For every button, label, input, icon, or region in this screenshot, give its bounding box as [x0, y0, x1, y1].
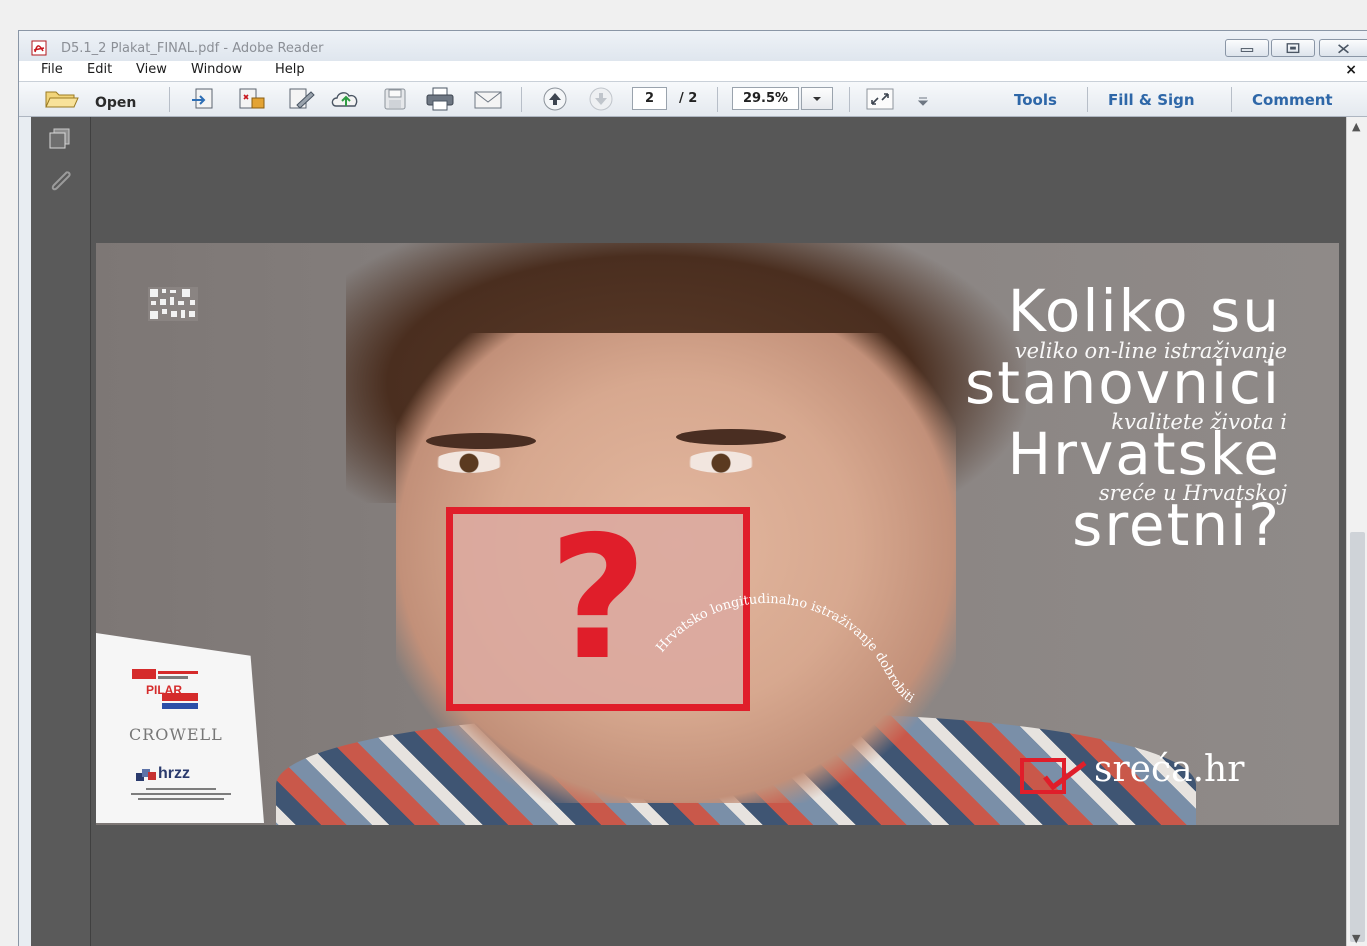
menu-edit[interactable]: Edit — [87, 62, 112, 77]
fit-page-button[interactable] — [863, 86, 897, 112]
curved-caption-text: Hrvatsko longitudinalno istraživanje dob… — [654, 592, 917, 706]
headline-line-1: Koliko su — [1007, 277, 1281, 345]
close-icon — [1338, 44, 1349, 54]
toolbar-separator — [169, 87, 170, 112]
restore-button[interactable] — [1271, 39, 1315, 57]
save-icon — [384, 88, 406, 110]
toolbar-separator — [717, 87, 718, 112]
headline-line-4: sretni? — [1072, 491, 1281, 559]
scroll-thumb[interactable] — [1350, 532, 1365, 942]
qr-code-icon — [148, 287, 198, 321]
export-pdf-button[interactable] — [235, 86, 267, 112]
menu-help[interactable]: Help — [275, 62, 305, 77]
cloud-upload-icon — [331, 92, 358, 107]
page-total: / 2 — [679, 91, 698, 106]
close-window-button[interactable] — [1319, 39, 1367, 57]
page-thumbnails-icon[interactable] — [45, 127, 75, 151]
dropdown-arrow-icon — [917, 97, 929, 106]
poster-eye-right — [686, 451, 756, 473]
fit-window-icon — [866, 88, 894, 110]
main-toolbar: Open 2 / 2 29.5% Tools Fill & Sign Comme… — [19, 81, 1367, 117]
folder-icon — [45, 91, 79, 108]
sreca-checkbox-logo-icon — [1020, 758, 1087, 794]
vertical-scrollbar[interactable]: ▲ ▼ — [1346, 117, 1367, 946]
title-bar: D5.1_2 Plakat_FINAL.pdf - Adobe Reader — [19, 31, 1367, 61]
upload-cloud-button[interactable] — [329, 86, 363, 112]
pdf-page: ? Hrvatsko longitudinalno istraživanje d… — [96, 243, 1339, 825]
pilar-logo-text: PILAR — [146, 683, 182, 697]
scroll-up-icon[interactable]: ▲ — [1352, 120, 1360, 133]
window-title: D5.1_2 Plakat_FINAL.pdf - Adobe Reader — [61, 41, 324, 56]
crowell-logo: CROWELL — [129, 725, 223, 744]
fill-sign-pane-button[interactable]: Fill & Sign — [1108, 91, 1195, 109]
poster-brow-left — [426, 433, 536, 449]
restore-icon — [1286, 43, 1300, 54]
edit-pdf-button[interactable] — [285, 86, 317, 112]
email-button[interactable] — [471, 86, 505, 112]
previous-page-button[interactable] — [539, 86, 571, 112]
menu-file[interactable]: File — [41, 62, 63, 77]
sreca-brand-text: sreća.hr — [1094, 749, 1245, 790]
headline-line-2: stanovnici — [965, 349, 1281, 417]
minimize-icon — [1240, 48, 1254, 52]
poster-eye-left — [434, 451, 504, 473]
toolbar-separator — [1231, 87, 1232, 112]
funding-note-lines — [131, 788, 231, 800]
tools-pane-button[interactable]: Tools — [1014, 91, 1057, 109]
chevron-down-icon — [813, 97, 821, 101]
toolbar-separator — [1087, 87, 1088, 112]
window-left-edge — [19, 117, 31, 946]
attachments-paperclip-icon[interactable] — [45, 167, 75, 195]
svg-text:Hrvatsko longitudinalno istraž: Hrvatsko longitudinalno istraživanje dob… — [654, 592, 917, 706]
close-document-button[interactable]: × — [1345, 62, 1357, 78]
curved-caption: Hrvatsko longitudinalno istraživanje dob… — [654, 592, 917, 706]
arrow-down-icon — [589, 87, 613, 111]
scroll-down-icon[interactable]: ▼ — [1352, 932, 1360, 945]
menu-bar: File Edit View Window Help × — [19, 61, 1367, 81]
export-pdf-icon — [239, 88, 265, 109]
arrow-up-icon — [543, 87, 567, 111]
headline-line-3: Hrvatske — [1007, 420, 1281, 488]
save-button[interactable] — [379, 86, 411, 112]
create-pdf-icon — [192, 88, 213, 109]
toolbar-separator — [849, 87, 850, 112]
page-number-input[interactable]: 2 — [632, 87, 667, 110]
open-button[interactable]: Open — [43, 86, 163, 112]
printer-icon — [426, 87, 454, 111]
menu-view[interactable]: View — [136, 62, 167, 77]
menu-window[interactable]: Window — [191, 62, 242, 77]
comment-pane-button[interactable]: Comment — [1252, 91, 1333, 109]
hrzz-logo-icon — [136, 769, 156, 781]
zoom-dropdown-button[interactable] — [801, 87, 833, 110]
next-page-button[interactable] — [585, 86, 617, 112]
create-pdf-button[interactable] — [189, 86, 221, 112]
envelope-icon — [474, 91, 502, 109]
navigation-pane — [31, 117, 91, 946]
toolbar-separator — [521, 87, 522, 112]
poster-brow-right — [676, 429, 786, 445]
zoom-input[interactable]: 29.5% — [732, 87, 799, 110]
hrzz-logo: hrzz — [158, 765, 190, 782]
partner-logos-card: PILAR CROWELL hrzz — [96, 633, 264, 823]
customize-toolbar-button[interactable] — [913, 86, 933, 112]
minimize-button[interactable] — [1225, 39, 1269, 57]
pdf-icon — [31, 40, 47, 56]
print-button[interactable] — [423, 86, 457, 112]
edit-document-icon — [289, 88, 315, 109]
open-label: Open — [95, 95, 137, 111]
